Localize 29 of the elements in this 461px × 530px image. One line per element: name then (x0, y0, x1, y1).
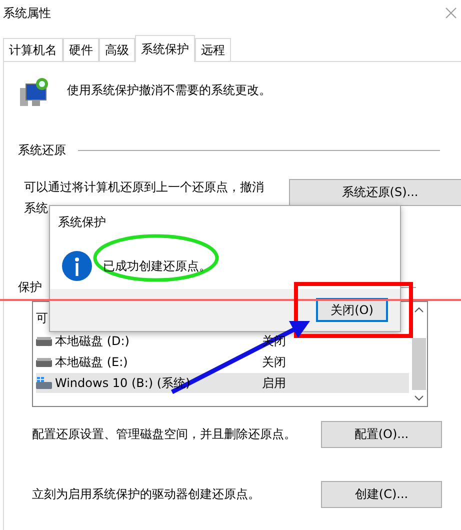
window-title: 系统属性 (3, 4, 51, 22)
dialog-title: 系统保护 (58, 215, 106, 229)
close-icon[interactable] (445, 7, 457, 19)
restore-description: 可以通过将计算机还原到上一个还原点，撤消 (24, 179, 264, 196)
tab[interactable]: 硬件 (63, 38, 99, 61)
system-drive-icon (36, 377, 52, 389)
scroll-up-icon[interactable] (414, 307, 424, 313)
tab[interactable]: 系统保护 (135, 35, 195, 62)
section-heading: 系统还原 (18, 142, 66, 159)
restore-description: 系统 (24, 200, 49, 217)
intro-text: 使用系统保护撤消不需要的系统更改。 (67, 82, 271, 99)
tab[interactable]: 远程 (195, 38, 231, 61)
create-button[interactable]: 创建(C)... (321, 481, 442, 508)
scroll-down-icon[interactable] (414, 395, 424, 401)
configure-button[interactable]: 配置(O)... (321, 421, 442, 448)
drive-icon (36, 357, 52, 367)
tab[interactable]: 高级 (99, 38, 135, 61)
drive-icon (36, 336, 52, 346)
close-button[interactable]: 关闭(O) (316, 298, 388, 322)
column-header: 可 (36, 310, 48, 327)
drive-row[interactable]: 本地磁盘 (E:) 关闭 (36, 352, 409, 372)
section-heading: 保护 (18, 279, 42, 296)
create-description: 立刻为启用系统保护的驱动器创建还原点。 (32, 486, 260, 503)
info-icon (62, 251, 92, 281)
configure-description: 配置还原设置、管理磁盘空间，并且删除还原点。 (32, 426, 296, 443)
system-restore-button[interactable]: 系统还原(S)... (289, 179, 461, 206)
dialog-message: 已成功创建还原点。 (103, 258, 211, 274)
computer-icon (18, 76, 50, 108)
tab[interactable]: 计算机名 (3, 38, 63, 61)
